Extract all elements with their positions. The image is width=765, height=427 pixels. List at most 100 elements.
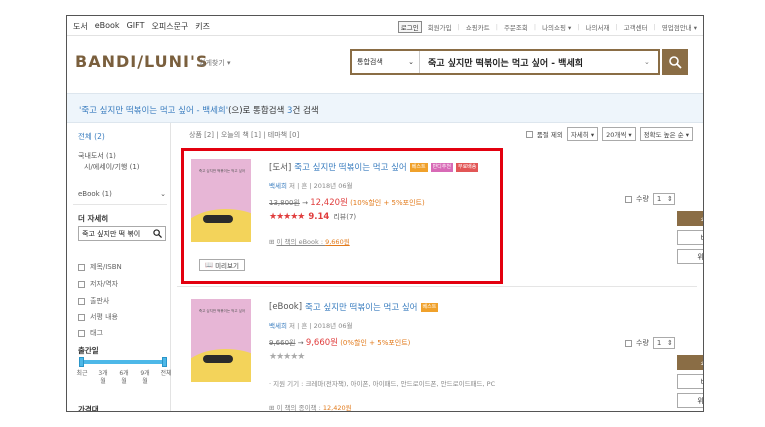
- search-button[interactable]: [662, 49, 688, 75]
- product-item: 죽고 싶지만 떡볶이는 먹고 싶어 [eBook] 죽고 싶지만 떡볶이는 먹고…: [177, 286, 703, 412]
- slider-handle-right[interactable]: [162, 357, 167, 367]
- cover-title: 죽고 싶지만 떡볶이는 먹고 싶어: [198, 309, 246, 313]
- store-info-link[interactable]: 영업점안내 ▾: [662, 22, 697, 32]
- checkbox[interactable]: [78, 329, 85, 337]
- price-info: 9,660원 → 9,660원 (0%할인 + 5%포인트): [269, 336, 569, 348]
- site-logo[interactable]: BANDI/LUNI'S: [75, 52, 208, 71]
- checkbox[interactable]: [78, 297, 85, 305]
- global-nav: 도서 eBook GIFT 오피스문구 키즈 로그인 회원가입 | 쇼핑카트 | 주…: [67, 16, 703, 36]
- nav-gift[interactable]: GIFT: [127, 21, 145, 32]
- plus-icon: ⊞: [269, 404, 277, 412]
- signup-link[interactable]: 회원가입: [428, 22, 452, 32]
- soldout-checkbox[interactable]: [525, 130, 533, 138]
- book-cover[interactable]: 죽고 싶지만 떡볶이는 먹고 싶어: [191, 299, 251, 382]
- filter-title-isbn[interactable]: 제목/ISBN: [78, 262, 122, 272]
- result-toolbar: 상품 [2] | 오늘의 책 [1] | 테마책 [0] 품절 제외 자세히 ▾…: [177, 127, 697, 141]
- tick-label: 전체: [160, 370, 172, 377]
- slider-handle-left[interactable]: [79, 357, 84, 367]
- search-icon: [669, 56, 682, 69]
- stepper-arrows-icon[interactable]: ⇕: [667, 339, 673, 347]
- buy-now-button[interactable]: 바로구매: [677, 374, 703, 389]
- nav-office[interactable]: 오피스문구: [151, 21, 188, 32]
- highlight-box: [181, 148, 503, 284]
- filter-review[interactable]: 서평 내용: [78, 312, 118, 322]
- add-to-cart-button[interactable]: 쇼핑카트: [677, 211, 703, 226]
- wishlist-button[interactable]: 위시리스트: [677, 249, 703, 264]
- user-nav: 로그인 회원가입 | 쇼핑카트 | 주문조회 | 나의쇼핑 ▾ | 나의서재 | 고객센터…: [397, 21, 697, 33]
- login-link[interactable]: 로그인: [397, 21, 422, 33]
- pub-date-title: 출간일: [78, 346, 99, 355]
- search-icon[interactable]: [153, 229, 162, 238]
- filter-publisher[interactable]: 출판사: [78, 296, 109, 306]
- wishlist-button[interactable]: 위시리스트: [677, 393, 703, 408]
- result-tabs[interactable]: 상품 [2] | 오늘의 책 [1] | 테마책 [0]: [189, 130, 299, 140]
- add-to-cart-button[interactable]: 쇼핑카트: [677, 355, 703, 370]
- point-rate: + 5%포인트): [366, 339, 411, 347]
- related-print-link[interactable]: ⊞ 이 책의 종이책 : 12,420원: [269, 402, 569, 412]
- checkbox[interactable]: [78, 280, 85, 288]
- checkbox[interactable]: [78, 263, 85, 271]
- supported-devices: · 지원 기기 : 크레마(전자책), 아이폰, 아이패드, 안드로이드폰, 안…: [269, 380, 496, 388]
- chevron-down-icon[interactable]: ⌄: [644, 58, 658, 66]
- category-ebook[interactable]: eBook (1) ⌄: [78, 190, 166, 198]
- category-ebook-label: eBook (1): [78, 190, 112, 198]
- page-size-select[interactable]: 20개씩 ▾: [602, 127, 636, 141]
- filter-label: 출판사: [90, 297, 110, 305]
- product-title[interactable]: [eBook] 죽고 싶지만 떡볶이는 먹고 싶어 베스트: [269, 301, 569, 313]
- detail-filter-title: 더 자세히: [78, 214, 109, 223]
- detail-search-input[interactable]: 죽고 싶지만 떡 볶이: [78, 226, 166, 241]
- easy-find-button[interactable]: 쉽게찾기 ▾: [199, 58, 231, 68]
- original-price: 9,660원: [269, 339, 296, 347]
- pub-date-ticks: 최근 3개월 6개월 9개월 전체: [75, 370, 173, 386]
- chevron-down-icon: ⌄: [160, 190, 166, 198]
- nav-books[interactable]: 도서: [73, 21, 88, 32]
- sale-price: 9,660원: [305, 338, 338, 348]
- quantity-stepper[interactable]: 1 ⇕: [652, 193, 675, 205]
- quantity-value: 1: [656, 339, 662, 347]
- category-essay[interactable]: 시/에세이/기행 (1): [84, 162, 140, 172]
- view-mode-select[interactable]: 자세히 ▾: [566, 127, 599, 141]
- select-checkbox[interactable]: [625, 339, 632, 347]
- filter-label: 저자/역자: [90, 280, 119, 288]
- nav-kids[interactable]: 키즈: [195, 21, 210, 32]
- checkbox[interactable]: [78, 313, 85, 321]
- filter-label: 서평 내용: [90, 313, 118, 321]
- filter-author[interactable]: 저자/역자: [78, 279, 118, 289]
- product-kind: [eBook]: [269, 302, 303, 312]
- tick-label: 6개월: [119, 370, 129, 385]
- pub-date-slider[interactable]: [79, 357, 167, 367]
- price-range-title: 가격대: [78, 405, 99, 412]
- quantity-control: 수량 1 ⇕: [625, 337, 675, 349]
- search-input[interactable]: 죽고 싶지만 떡볶이는 먹고 싶어 - 백세희: [420, 56, 644, 69]
- category-all[interactable]: 전체 (2): [78, 131, 105, 142]
- product-info: [eBook] 죽고 싶지만 떡볶이는 먹고 싶어 베스트 백세희 저 | 흔 …: [269, 301, 569, 412]
- search-category-select[interactable]: 통합검색 ⌄: [352, 51, 420, 73]
- quantity-label: 수량: [636, 339, 649, 347]
- result-query: '죽고 싶지만 떡볶이는 먹고 싶어 - 백세희': [79, 106, 229, 116]
- tick-label: 최근: [76, 370, 88, 377]
- result-text-1: (으)로 통합검색: [228, 106, 288, 116]
- sort-order-select[interactable]: 정확도 높은 순 ▾: [639, 127, 693, 141]
- search-bar: 통합검색 ⌄ 죽고 싶지만 떡볶이는 먹고 싶어 - 백세희 ⌄: [350, 49, 660, 75]
- my-shopping-link[interactable]: 나의쇼핑 ▾: [542, 22, 571, 32]
- customer-center-link[interactable]: 고객센터: [624, 22, 648, 32]
- quantity-value: 1: [656, 195, 662, 203]
- product-meta: 백세희 저 | 흔 | 2018년 06월: [269, 320, 569, 330]
- tick-label: 9개월: [140, 370, 150, 385]
- quantity-stepper[interactable]: 1 ⇕: [652, 337, 675, 349]
- nav-ebook[interactable]: eBook: [95, 21, 120, 32]
- order-link[interactable]: 주문조회: [504, 22, 528, 32]
- sort-controls: 품절 제외 자세히 ▾ 20개씩 ▾ 정확도 높은 순 ▾: [525, 127, 693, 141]
- rating: ★★★★★: [269, 352, 569, 362]
- category-domestic[interactable]: 국내도서 (1): [78, 151, 116, 161]
- filter-tag[interactable]: 태그: [78, 328, 103, 338]
- badge-best: 베스트: [420, 302, 439, 312]
- my-library-link[interactable]: 나의서재: [586, 22, 610, 32]
- author-link[interactable]: 백세희: [269, 322, 287, 330]
- related-print-price: 12,420원: [322, 404, 352, 412]
- stepper-arrows-icon[interactable]: ⇕: [667, 195, 673, 203]
- search-result-summary: '죽고 싶지만 떡볶이는 먹고 싶어 - 백세희'(으)로 통합검색 3건 검색: [67, 93, 703, 123]
- select-checkbox[interactable]: [625, 195, 632, 203]
- buy-now-button[interactable]: 바로구매: [677, 230, 703, 245]
- cart-link[interactable]: 쇼핑카트: [466, 22, 490, 32]
